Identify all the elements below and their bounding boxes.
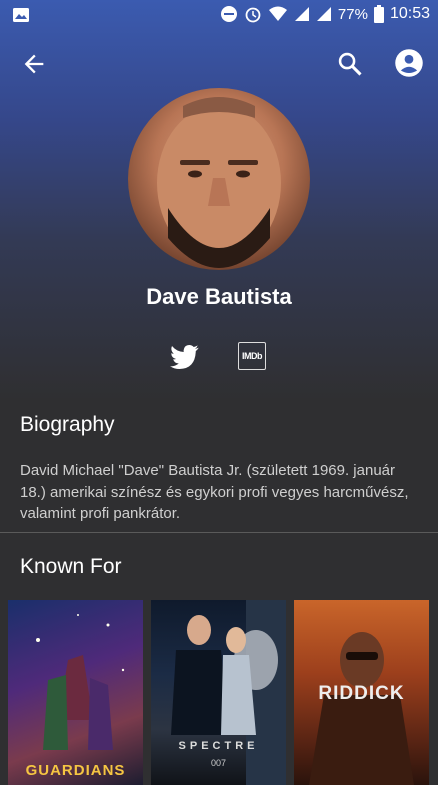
poster-spectre[interactable]: SPECTRE 007 xyxy=(151,600,286,785)
back-arrow-icon[interactable] xyxy=(20,50,48,78)
clock: 10:53 xyxy=(389,5,430,22)
status-bar: 77% 10:53 xyxy=(0,0,438,30)
biography-text: David Michael "Dave" Bautista Jr. (szüle… xyxy=(20,462,409,522)
signal-icon xyxy=(294,7,309,21)
person-name: Dave Bautista xyxy=(146,284,292,309)
imdb-link[interactable]: IMDb xyxy=(238,342,266,370)
account-icon[interactable] xyxy=(394,48,424,78)
alarm-icon xyxy=(245,7,261,23)
app-bar xyxy=(0,38,438,88)
profile-photo xyxy=(128,88,310,270)
search-icon[interactable] xyxy=(336,50,364,78)
battery-percent: 77% xyxy=(337,5,368,23)
biography-heading: Biography xyxy=(20,413,115,436)
poster-subtitle: 007 xyxy=(210,758,227,768)
signal-icon-2 xyxy=(316,7,331,21)
image-notification-icon xyxy=(13,8,29,22)
known-for-heading: Known For xyxy=(20,555,122,578)
do-not-disturb-icon xyxy=(220,6,237,22)
wifi-icon xyxy=(268,6,287,21)
battery-icon xyxy=(373,5,384,23)
twitter-icon[interactable] xyxy=(170,343,200,371)
poster-title: GUARDIANS xyxy=(25,762,126,779)
divider xyxy=(0,532,438,533)
poster-title: RIDDICK xyxy=(318,683,405,704)
poster-guardians[interactable]: GUARDIANS xyxy=(8,600,143,785)
poster-title: SPECTRE xyxy=(178,740,259,752)
poster-riddick[interactable]: RIDDICK xyxy=(294,600,429,785)
